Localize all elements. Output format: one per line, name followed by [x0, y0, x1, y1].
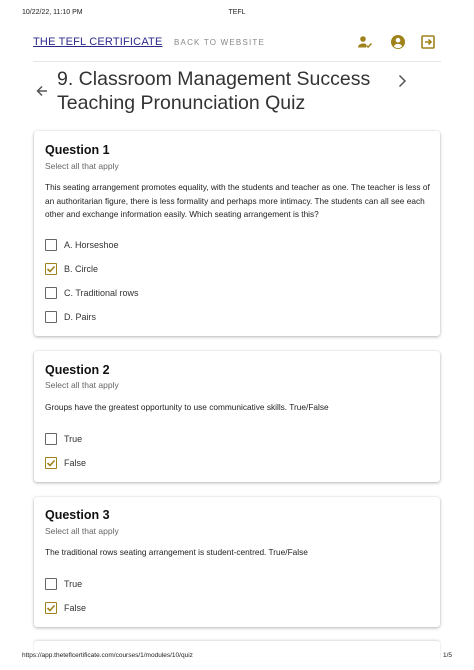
print-url: https://app.theteflcertificate.com/cours…	[22, 652, 193, 659]
account-circle-icon[interactable]	[390, 34, 406, 50]
question-title: Question 2	[45, 363, 110, 377]
question-subtitle: Select all that apply	[45, 161, 119, 171]
option-circle[interactable]: B. Circle	[45, 262, 98, 276]
question-title: Question 3	[45, 508, 110, 522]
print-header: 10/22/22, 11:10 PM TEFL	[0, 9, 474, 21]
question-card-1: Question 1 Select all that apply This se…	[34, 131, 440, 336]
chevron-right-icon[interactable]	[394, 73, 410, 89]
header-divider	[33, 61, 441, 62]
checkbox[interactable]	[45, 287, 57, 299]
print-page-number: 1/5	[442, 652, 452, 659]
question-card-2: Question 2 Select all that apply Groups …	[34, 351, 440, 482]
question-card-3: Question 3 Select all that apply The tra…	[34, 497, 440, 627]
option-label: False	[64, 603, 87, 613]
user-check-icon[interactable]	[357, 34, 373, 50]
option-label: False	[64, 458, 87, 468]
question-text: Groups have the greatest opportunity to …	[45, 402, 329, 412]
print-title: TEFL	[228, 9, 246, 16]
checkbox[interactable]	[45, 239, 57, 251]
option-true[interactable]: True	[45, 577, 82, 591]
top-navigation-bar: THE TEFL CERTIFICATE BACK TO WEBSITE	[0, 30, 474, 58]
check-icon	[46, 265, 56, 273]
option-label: C. Traditional rows	[64, 288, 139, 298]
page-title: 9. Classroom Management Success Teaching…	[57, 68, 371, 114]
print-footer: https://app.theteflcertificate.com/cours…	[0, 652, 474, 662]
back-to-website-link[interactable]: BACK TO WEBSITE	[174, 38, 265, 47]
question-text: This seating arrangement promotes equali…	[45, 182, 430, 220]
option-traditional-rows[interactable]: C. Traditional rows	[45, 286, 139, 300]
question-subtitle: Select all that apply	[45, 526, 119, 536]
checkbox[interactable]	[45, 578, 57, 590]
checkbox-checked[interactable]	[45, 602, 57, 614]
question-subtitle: Select all that apply	[45, 380, 119, 390]
option-label: A. Horseshoe	[64, 240, 119, 250]
question-text: The traditional rows seating arrangement…	[45, 547, 308, 557]
check-icon	[46, 604, 56, 612]
option-true[interactable]: True	[45, 432, 82, 446]
option-label: B. Circle	[64, 264, 99, 274]
option-label: True	[64, 434, 83, 444]
option-label: True	[64, 579, 83, 589]
checkbox[interactable]	[45, 433, 57, 445]
question-title: Question 1	[45, 143, 110, 157]
brand-link[interactable]: THE TEFL CERTIFICATE	[33, 36, 163, 48]
arrow-back-icon[interactable]	[34, 83, 50, 99]
option-false[interactable]: False	[45, 456, 86, 470]
option-label: D. Pairs	[64, 312, 97, 322]
checkbox-checked[interactable]	[45, 457, 57, 469]
option-horseshoe[interactable]: A. Horseshoe	[45, 238, 119, 252]
option-pairs[interactable]: D. Pairs	[45, 310, 96, 324]
option-false[interactable]: False	[45, 601, 86, 615]
checkbox[interactable]	[45, 311, 57, 323]
checkbox-checked[interactable]	[45, 263, 57, 275]
logout-icon[interactable]	[420, 34, 436, 50]
check-icon	[46, 459, 56, 467]
